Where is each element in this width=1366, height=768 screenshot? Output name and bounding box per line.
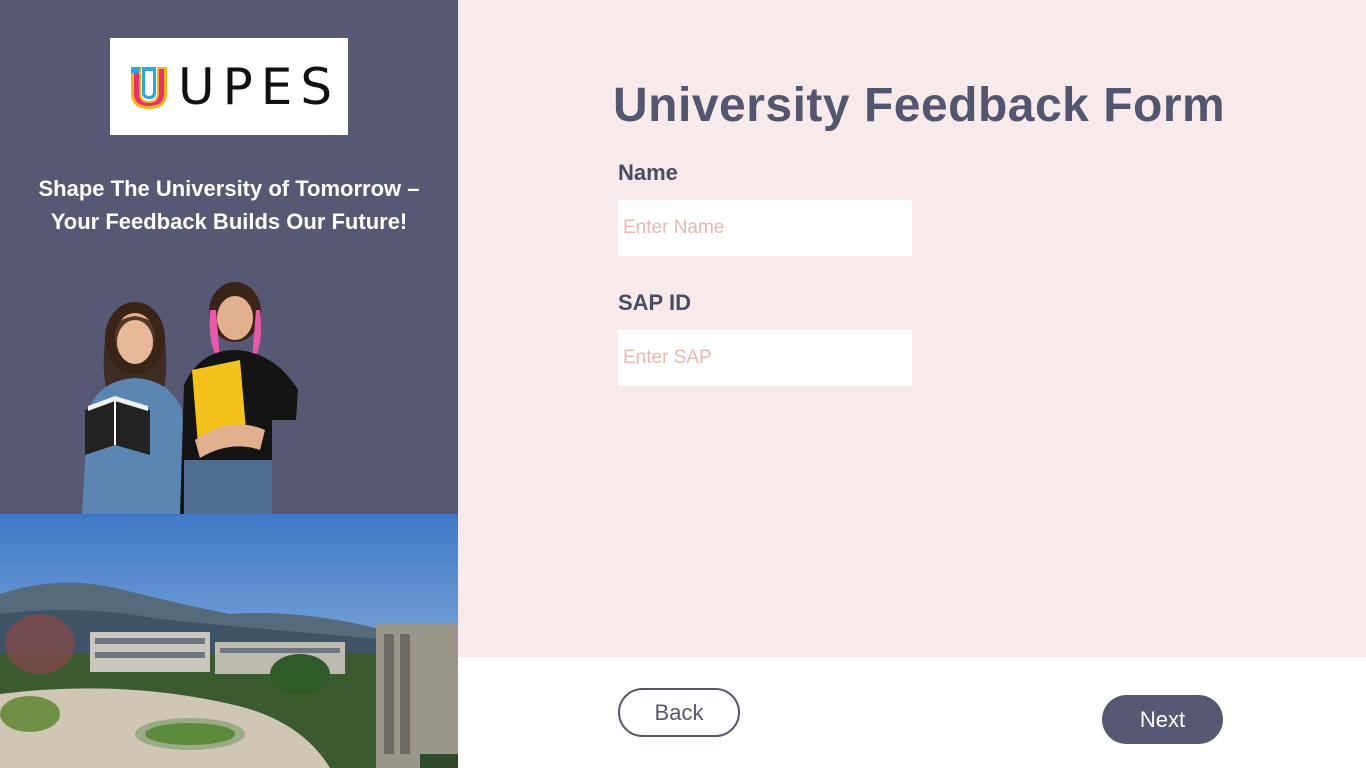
tagline-line-1: Shape The University of Tomorrow –: [38, 176, 420, 201]
name-input[interactable]: [618, 200, 912, 256]
sap-id-label: SAP ID: [618, 290, 691, 315]
tagline-line-2: Your Feedback Builds Our Future!: [50, 209, 408, 234]
form-footer: Back Next: [458, 657, 1366, 768]
name-label: Name: [618, 160, 678, 185]
logo-emblem-icon: [131, 66, 167, 109]
logo-wordmark: UPES: [178, 57, 341, 116]
form-panel: University Feedback Form Name SAP ID: [458, 0, 1366, 657]
back-button[interactable]: Back: [618, 688, 740, 737]
feedback-page: UPES Shape The University of Tomorrow – …: [0, 0, 1366, 768]
sap-id-input[interactable]: [618, 330, 912, 386]
brand-panel: UPES Shape The University of Tomorrow – …: [0, 0, 458, 768]
next-button[interactable]: Next: [1102, 695, 1223, 744]
tagline: Shape The University of Tomorrow – Your …: [0, 172, 458, 238]
university-logo: UPES: [110, 38, 348, 135]
campus-photo: [0, 514, 458, 768]
students-illustration: [82, 282, 298, 514]
form-title: University Feedback Form: [613, 79, 1226, 132]
